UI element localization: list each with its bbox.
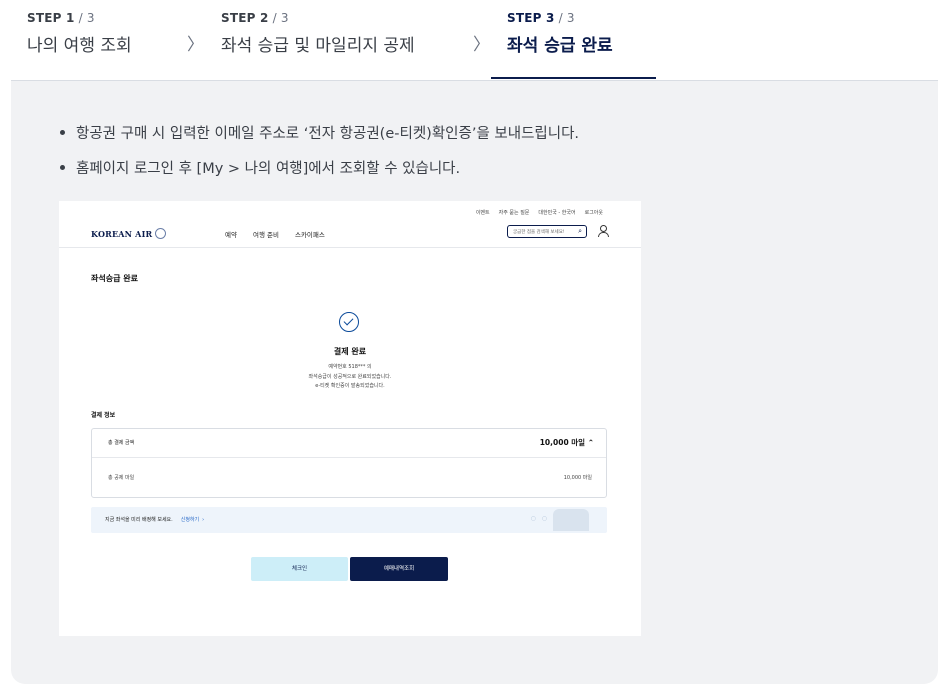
step-1-title: 나의 여행 조회 [27, 36, 132, 56]
info-item-eticket: 항공권 구매 시 입력한 이메일 주소로 ‘전자 항공권(e-티켓)확인증’을 … [58, 122, 579, 143]
info-item-mytrip: 홈페이지 로그인 후 [My > 나의 여행]에서 조회할 수 있습니다. [58, 157, 579, 178]
upgrade-success-line: 좌석승급이 성공적으로 완료되었습니다. [308, 373, 392, 380]
korean-air-logo: KOREAN AIR [91, 228, 167, 239]
search-placeholder: 궁금한 점을 검색해 보세요! [513, 230, 565, 235]
step-1-total: / 3 [74, 11, 95, 25]
content-panel: 항공권 구매 시 입력한 이메일 주소로 ‘전자 항공권(e-티켓)확인증’을 … [11, 81, 938, 684]
page-title: 좌석승급 완료 [91, 274, 138, 283]
chevron-right-icon: 〉 [473, 35, 490, 55]
util-language: 대한민국 - 한국어 [538, 210, 576, 216]
chevron-right-icon: 〉 [187, 35, 204, 55]
deducted-miles-value: 10,000 마일 [563, 475, 592, 481]
step-3-total: / 3 [554, 11, 575, 25]
payment-info-label: 결제 정보 [91, 412, 116, 419]
util-faq: 자주 묻는 질문 [498, 210, 530, 216]
check-circle-icon [339, 312, 359, 332]
step-2-title: 좌석 승급 및 마일리지 공제 [221, 36, 415, 56]
step-indicator: STEP 1 / 3 나의 여행 조회 〉 STEP 2 / 3 좌석 승급 및… [11, 0, 938, 81]
menu-skypass: 스카이패스 [294, 231, 325, 239]
global-nav: KOREAN AIR 예약 여행 준비 스카이패스 궁금한 점을 검색해 보세요… [59, 219, 641, 248]
logo-text: KOREAN AIR [91, 229, 153, 239]
search-box: 궁금한 점을 검색해 보세요! ⌕ [507, 225, 587, 238]
util-logout: 로그아웃 [584, 210, 603, 216]
info-list: 항공권 구매 시 입력한 이메일 주소로 ‘전자 항공권(e-티켓)확인증’을 … [58, 122, 579, 192]
checkin-button: 체크인 [251, 557, 348, 581]
payment-complete-title: 결제 완료 [333, 347, 367, 356]
banner-text: 지금 좌석을 미리 배정해 보세요. 신청하기 › [105, 517, 205, 523]
deducted-miles-label: 총 공제 마일 [108, 475, 135, 481]
step-3-number: STEP 3 [507, 11, 555, 25]
step-2: STEP 2 / 3 좌석 승급 및 마일리지 공제 [221, 11, 415, 56]
main-menu: 예약 여행 준비 스카이패스 [225, 229, 325, 239]
total-payment-value: 10,000 마일 ⌃ [539, 438, 594, 447]
step-3-title: 좌석 승급 완료 [507, 36, 613, 56]
chevron-up-icon: ⌃ [587, 438, 594, 447]
decorative-dots: ○ ○ [530, 515, 549, 522]
total-payment-row: 총 결제 금액 10,000 마일 ⌃ [92, 429, 606, 458]
step-2-total: / 3 [268, 11, 289, 25]
step-1-number: STEP 1 [27, 11, 75, 25]
menu-booking: 예약 [225, 231, 237, 239]
step-1: STEP 1 / 3 나의 여행 조회 [27, 11, 132, 56]
eticket-sent-line: e-티켓 확인증이 발송되었습니다. [315, 383, 385, 389]
search-icon: ⌕ [578, 227, 582, 235]
chevron-right-icon: › [202, 517, 205, 523]
completion-message: 예약번호 518*** 의 좌석승급이 성공적으로 완료되었습니다. e-티켓 … [59, 363, 641, 392]
payment-info-box: 총 결제 금액 10,000 마일 ⌃ 총 공제 마일 10,000 마일 [91, 428, 607, 498]
user-icon [597, 225, 609, 237]
seat-assign-banner: 지금 좌석을 미리 배정해 보세요. 신청하기 › ○ ○ [91, 507, 607, 533]
utility-links: 이벤트 자주 묻는 질문 대한민국 - 한국어 로그아웃 [476, 209, 603, 216]
example-screenshot: 이벤트 자주 묻는 질문 대한민국 - 한국어 로그아웃 KOREAN AIR … [59, 201, 641, 636]
total-payment-label: 총 결제 금액 [108, 440, 135, 446]
step-2-number: STEP 2 [221, 11, 269, 25]
banner-apply-link: 신청하기 [180, 517, 200, 523]
booking-number-line: 예약번호 518*** 의 [328, 364, 372, 370]
seat-illustration [553, 509, 589, 531]
reservation-lookup-button: 예매내역조회 [350, 557, 448, 581]
taeguk-emblem-icon [155, 228, 167, 239]
step-3-active: STEP 3 / 3 좌석 승급 완료 [491, 11, 656, 79]
menu-travel-prep: 여행 준비 [252, 231, 279, 239]
util-event: 이벤트 [475, 210, 490, 216]
